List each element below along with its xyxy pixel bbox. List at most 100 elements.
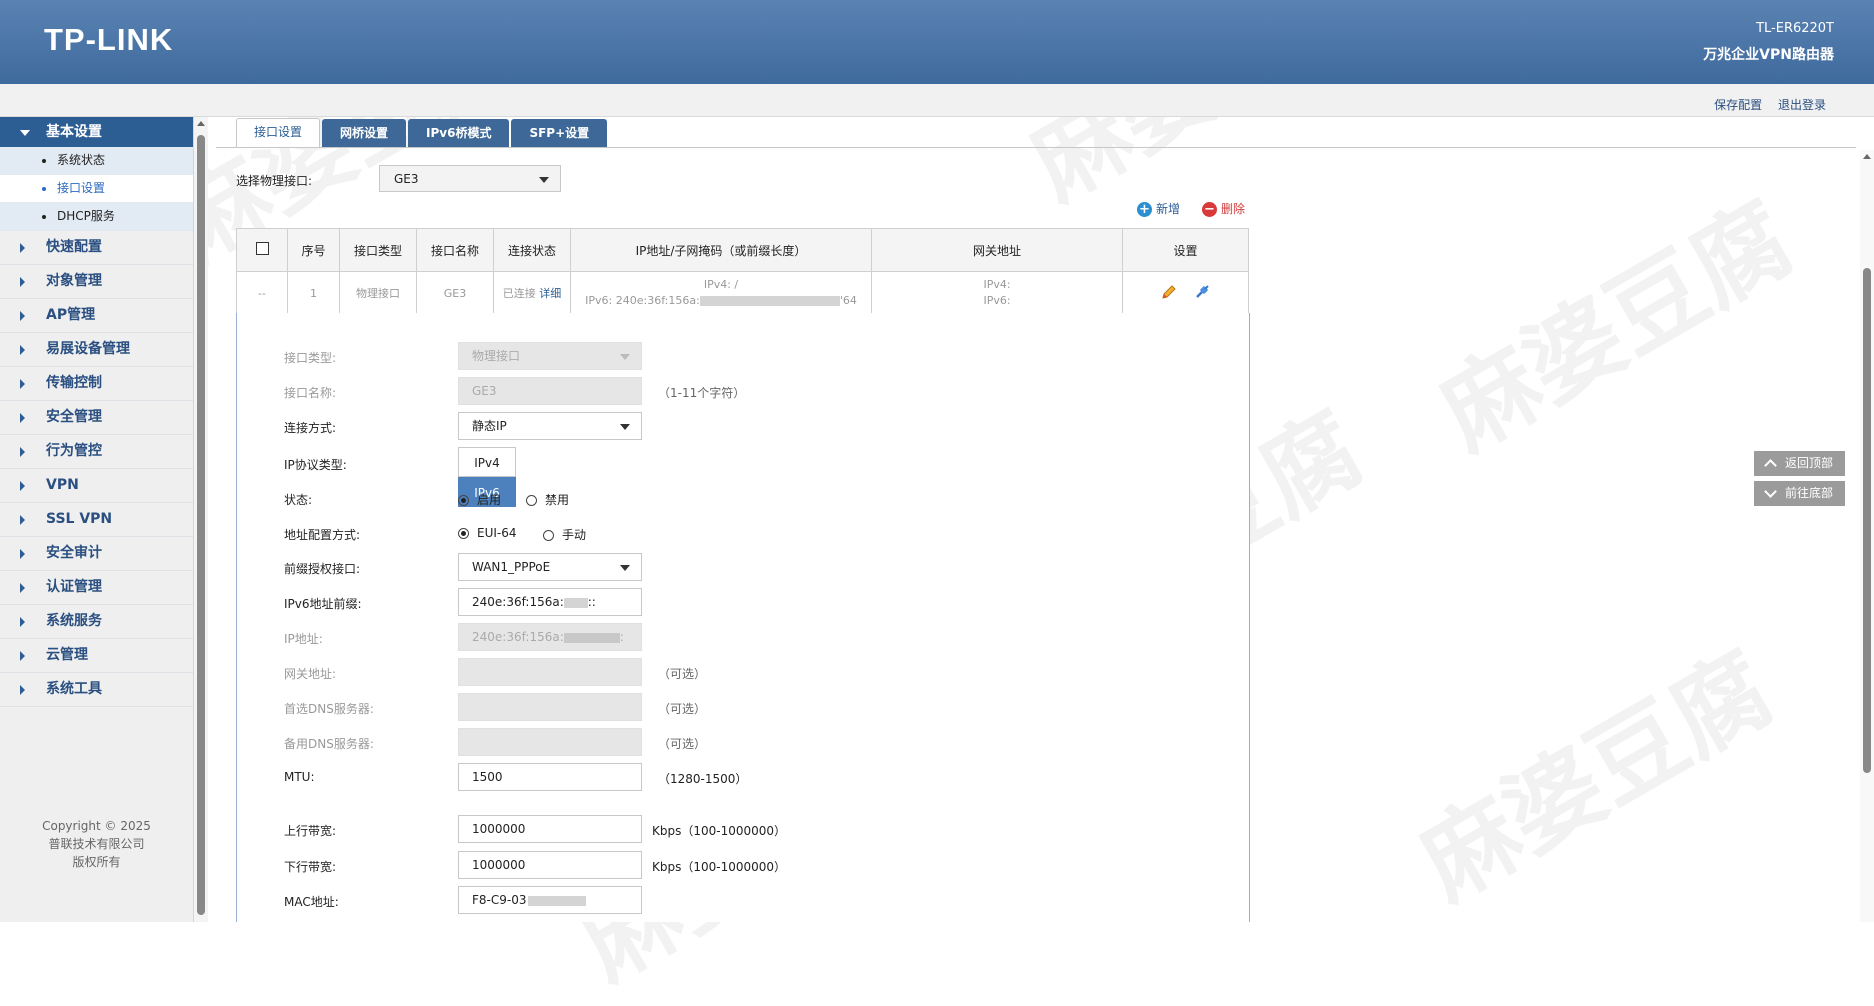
ipv6-prefix-input[interactable]: 240e:36f:156a::: — [458, 588, 642, 616]
copyright-line: 版权所有 — [72, 855, 121, 869]
prefix-iface-select[interactable]: WAN1_PPPoE — [458, 553, 642, 581]
add-button[interactable]: + 新增 — [1137, 200, 1180, 217]
caret-right-icon — [20, 345, 25, 355]
sidebar-subitem-interface-settings[interactable]: 接口设置 — [0, 175, 193, 203]
go-to-bottom-button[interactable]: 前往底部 — [1754, 481, 1845, 506]
sidebar-scrollbar[interactable] — [194, 117, 208, 922]
ip-addr-suffix: : — [619, 630, 624, 644]
row-status: 已连接 详细 — [493, 271, 571, 315]
state-disable-radio[interactable]: 禁用 — [526, 491, 569, 508]
down-bw-hint: Kbps（100-1000000） — [652, 860, 787, 874]
sidebar-item-label: 行为管控 — [46, 443, 102, 459]
ipv4-option[interactable]: IPv4 — [458, 447, 516, 477]
sidebar-item-ap-mgmt[interactable]: AP管理 — [0, 299, 193, 333]
caret-right-icon — [20, 583, 25, 593]
tab-ipv6-bridge[interactable]: IPv6桥模式 — [408, 119, 510, 147]
caret-right-icon — [20, 549, 25, 559]
conn-mode-select[interactable]: 静态IP — [458, 412, 642, 440]
down-bw-input[interactable]: 1000000 — [458, 851, 642, 879]
sidebar-item-behavior[interactable]: 行为管控 — [0, 435, 193, 469]
manual-radio[interactable]: 手动 — [543, 526, 586, 543]
mtu-label: MTU: — [284, 770, 315, 784]
sidebar-item-system-service[interactable]: 系统服务 — [0, 605, 193, 639]
tab-sfp-settings[interactable]: SFP+设置 — [511, 119, 608, 147]
row-dash: -- — [236, 271, 288, 315]
prefix-iface-value: WAN1_PPPoE — [472, 560, 551, 574]
caret-down-icon — [20, 130, 30, 136]
addr-mode-label: 地址配置方式: — [284, 528, 361, 542]
sidebar-item-label: AP管理 — [46, 307, 96, 323]
gateway-hint: （可选） — [658, 667, 707, 681]
sidebar-subitem-system-status[interactable]: 系统状态 — [0, 147, 193, 175]
mtu-input[interactable]: 1500 — [458, 763, 642, 791]
mac-label: MAC地址: — [284, 895, 339, 909]
top-links: 保存配置 退出登录 — [1702, 96, 1826, 113]
sidebar-item-system-tools[interactable]: 系统工具 — [0, 673, 193, 707]
col-header: 接口名称 — [416, 228, 494, 272]
row-gateway: IPv4: IPv6: — [871, 271, 1123, 315]
ip-addr-input: 240e:36f:156a:: — [458, 623, 642, 651]
caret-right-icon — [20, 685, 25, 695]
model-description: 万兆企业VPN路由器 — [1703, 47, 1834, 63]
mac-input[interactable]: F8-C9-03 — [458, 886, 642, 914]
radio-unchecked-icon — [543, 530, 554, 541]
sidebar-item-cloud[interactable]: 云管理 — [0, 639, 193, 673]
sidebar-item-quick-config[interactable]: 快速配置 — [0, 231, 193, 265]
main-scrollbar[interactable] — [1860, 150, 1874, 922]
detail-link[interactable]: 详细 — [539, 287, 561, 300]
sidebar-item-device-mgmt[interactable]: 易展设备管理 — [0, 333, 193, 367]
sidebar-item-object-mgmt[interactable]: 对象管理 — [0, 265, 193, 299]
sidebar-item-label: VPN — [46, 477, 79, 493]
sidebar-item-audit[interactable]: 安全审计 — [0, 537, 193, 571]
tab-interface-settings[interactable]: 接口设置 — [236, 118, 321, 147]
state-enable-radio[interactable]: 启用 — [458, 491, 501, 508]
caret-right-icon — [20, 481, 25, 491]
sidebar-item-security[interactable]: 安全管理 — [0, 401, 193, 435]
scroll-up-icon[interactable] — [1863, 154, 1871, 159]
radio-checked-icon — [458, 528, 469, 539]
physical-iface-select[interactable]: GE3 — [379, 165, 561, 192]
sidebar-item-label: SSL VPN — [46, 511, 113, 527]
conn-mode-label: 连接方式: — [284, 421, 337, 435]
radio-checked-icon — [458, 495, 469, 506]
top-bar: 保存配置 退出登录 — [0, 84, 1874, 117]
sidebar-item-basic-settings[interactable]: 基本设置 — [0, 117, 193, 147]
tab-bridge-settings[interactable]: 网桥设置 — [322, 119, 407, 147]
prefix-iface-label: 前缀授权接口: — [284, 562, 361, 576]
ip-addr-value: 240e:36f:156a: — [472, 630, 564, 644]
up-bw-input[interactable]: 1000000 — [458, 815, 642, 843]
chevron-down-icon — [620, 354, 630, 360]
col-header: 网关地址 — [871, 228, 1123, 272]
select-all-checkbox[interactable] — [255, 242, 269, 255]
scroll-up-icon[interactable] — [197, 121, 205, 126]
tplink-logo: TP-LINK — [44, 22, 174, 57]
row-type: 物理接口 — [339, 271, 417, 315]
dns2-label: 备用DNS服务器: — [284, 737, 374, 751]
sidebar-item-transmission[interactable]: 传输控制 — [0, 367, 193, 401]
sidebar-item-vpn[interactable]: VPN — [0, 469, 193, 503]
connect-icon[interactable] — [1194, 284, 1210, 303]
col-header: 序号 — [287, 228, 340, 272]
caret-right-icon — [20, 277, 25, 287]
redacted-block — [699, 296, 840, 306]
down-bw-label: 下行带宽: — [284, 860, 337, 874]
state-label: 状态: — [284, 493, 313, 507]
sidebar-item-ssl-vpn[interactable]: SSL VPN — [0, 503, 193, 537]
sidebar-subitem-dhcp[interactable]: DHCP服务 — [0, 203, 193, 231]
save-config-link[interactable]: 保存配置 — [1714, 98, 1762, 112]
sidebar-item-auth[interactable]: 认证管理 — [0, 571, 193, 605]
edit-icon[interactable] — [1161, 284, 1177, 303]
table-header-row: 序号 接口类型 接口名称 连接状态 IP地址/子网掩码（或前缀长度） 网关地址 … — [236, 228, 1249, 272]
eui64-radio[interactable]: EUI-64 — [458, 526, 517, 540]
delete-button[interactable]: − 删除 — [1202, 200, 1245, 217]
scroll-thumb[interactable] — [1863, 268, 1871, 773]
back-to-top-button[interactable]: 返回顶部 — [1754, 451, 1845, 476]
col-header: 接口类型 — [339, 228, 417, 272]
select-all-cell[interactable] — [236, 228, 288, 272]
scroll-thumb[interactable] — [197, 135, 205, 915]
dns1-input — [458, 693, 642, 721]
table-row[interactable]: -- 1 物理接口 GE3 已连接 详细 IPv4: / IPv6: 240e:… — [236, 271, 1249, 315]
ipv6-prefix-suffix: :: — [587, 595, 596, 609]
radio-label: EUI-64 — [477, 526, 517, 540]
logout-link[interactable]: 退出登录 — [1778, 98, 1826, 112]
